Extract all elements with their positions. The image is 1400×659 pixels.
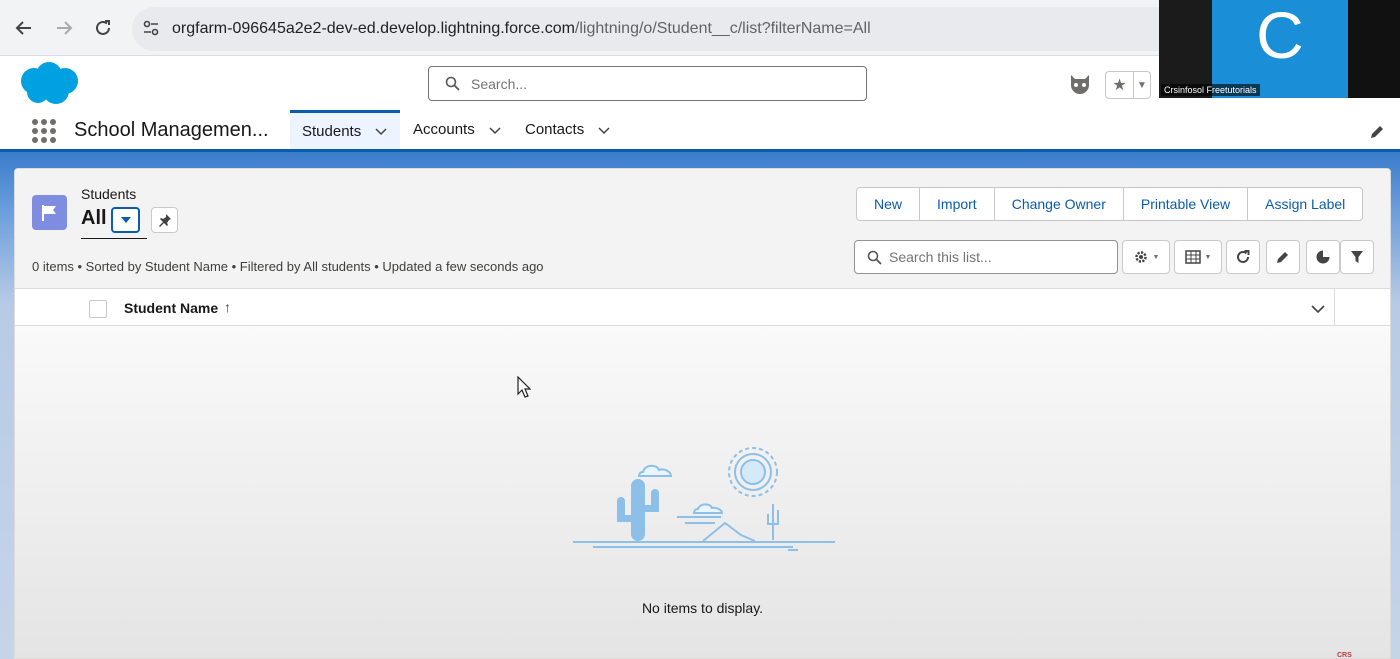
filter-button[interactable] <box>1340 240 1374 274</box>
sort-ascending-icon[interactable]: ↑ <box>224 299 231 315</box>
chevron-down-icon[interactable] <box>375 125 387 137</box>
url-path: /lightning/o/Student__c/list?filterName=… <box>574 20 871 37</box>
tab-label: Contacts <box>525 121 585 138</box>
view-name-underline <box>81 238 147 239</box>
participant-name: Crsinfosol Freetutorials <box>1161 84 1260 96</box>
column-divider <box>1334 289 1335 326</box>
display-as-button[interactable]: ▼ <box>1174 240 1222 274</box>
address-bar[interactable]: orgfarm-096645a2e2-dev-ed.develop.lightn… <box>132 7 1192 51</box>
watermark-logo: CRS <box>1337 652 1352 659</box>
inline-edit-button[interactable] <box>1266 240 1300 274</box>
site-info-icon[interactable] <box>142 19 162 39</box>
new-button[interactable]: New <box>857 188 921 220</box>
url-domain: orgfarm-096645a2e2-dev-ed.develop.lightn… <box>172 20 575 37</box>
select-all-checkbox[interactable] <box>89 300 107 318</box>
list-view-header: Students All 0 items • Sorted by Student… <box>15 169 1390 289</box>
list-search-placeholder: Search this list... <box>889 249 992 265</box>
pin-icon <box>158 214 171 227</box>
chevron-down-icon: ▼ <box>1204 253 1212 261</box>
chart-icon <box>1316 250 1330 264</box>
video-edge <box>1348 0 1400 98</box>
list-view-switcher[interactable] <box>111 207 140 233</box>
desert-illustration <box>573 447 835 551</box>
favorites-button-group: ★ ▼ <box>1105 71 1151 99</box>
global-search-placeholder: Search... <box>471 76 528 92</box>
tab-accounts[interactable]: Accounts <box>401 110 513 149</box>
reload-icon[interactable] <box>89 14 117 42</box>
list-view-card: Students All 0 items • Sorted by Student… <box>14 168 1391 659</box>
list-actions: New Import Change Owner Printable View A… <box>856 187 1364 221</box>
tab-label: Accounts <box>413 121 475 138</box>
list-settings-button[interactable]: ▼ <box>1122 240 1170 274</box>
app-navigation-bar: School Managemen... Students Accounts Co… <box>0 110 1400 152</box>
star-icon[interactable]: ★ <box>1106 72 1134 98</box>
forward-arrow-icon[interactable] <box>50 14 78 42</box>
chevron-down-icon <box>1311 305 1325 314</box>
tab-contacts[interactable]: Contacts <box>513 110 622 149</box>
filter-icon <box>1351 251 1363 263</box>
url-text: orgfarm-096645a2e2-dev-ed.develop.lightn… <box>172 20 871 38</box>
pencil-icon <box>1277 252 1288 263</box>
flag-icon <box>32 195 67 230</box>
object-label: Students <box>81 186 137 202</box>
column-header-student-name[interactable]: Student Name <box>124 300 218 316</box>
app-name: School Managemen... <box>74 119 269 141</box>
table-icon <box>1184 250 1201 264</box>
import-button[interactable]: Import <box>920 188 995 220</box>
column-menu-button[interactable] <box>1311 301 1325 319</box>
search-icon <box>445 76 460 96</box>
trailhead-icon[interactable] <box>1066 70 1094 103</box>
chevron-down-icon[interactable] <box>598 124 610 136</box>
chevron-down-icon[interactable]: ▼ <box>1134 72 1150 98</box>
avatar-initial: C <box>1256 0 1304 72</box>
list-info: 0 items • Sorted by Student Name • Filte… <box>32 259 544 274</box>
change-owner-button[interactable]: Change Owner <box>995 188 1124 220</box>
list-view-name[interactable]: All <box>81 207 107 230</box>
assign-label-button[interactable]: Assign Label <box>1248 188 1362 220</box>
table-header: Student Name ↑ <box>15 289 1390 326</box>
charts-button[interactable] <box>1306 240 1340 274</box>
list-search-input[interactable]: Search this list... <box>854 240 1118 274</box>
pin-list-view-button[interactable] <box>151 207 178 233</box>
printable-view-button[interactable]: Printable View <box>1124 188 1249 220</box>
refresh-icon <box>1237 250 1250 263</box>
tab-students[interactable]: Students <box>290 110 400 149</box>
chevron-down-icon[interactable] <box>489 124 501 136</box>
global-search-input[interactable]: Search... <box>428 66 867 101</box>
tab-label: Students <box>302 122 362 140</box>
video-overlay: C Crsinfosol Freetutorials <box>1159 0 1400 98</box>
back-arrow-icon[interactable] <box>10 14 38 42</box>
pencil-icon[interactable] <box>1369 124 1385 145</box>
app-launcher-icon[interactable] <box>32 119 56 143</box>
salesforce-logo[interactable] <box>16 61 82 107</box>
refresh-button[interactable] <box>1226 240 1260 274</box>
gear-icon <box>1134 251 1147 263</box>
chevron-down-icon <box>120 217 131 223</box>
cursor-icon <box>517 375 532 403</box>
chevron-down-icon: ▼ <box>1152 253 1160 261</box>
empty-state-message: No items to display. <box>641 600 764 616</box>
search-icon <box>867 250 882 270</box>
